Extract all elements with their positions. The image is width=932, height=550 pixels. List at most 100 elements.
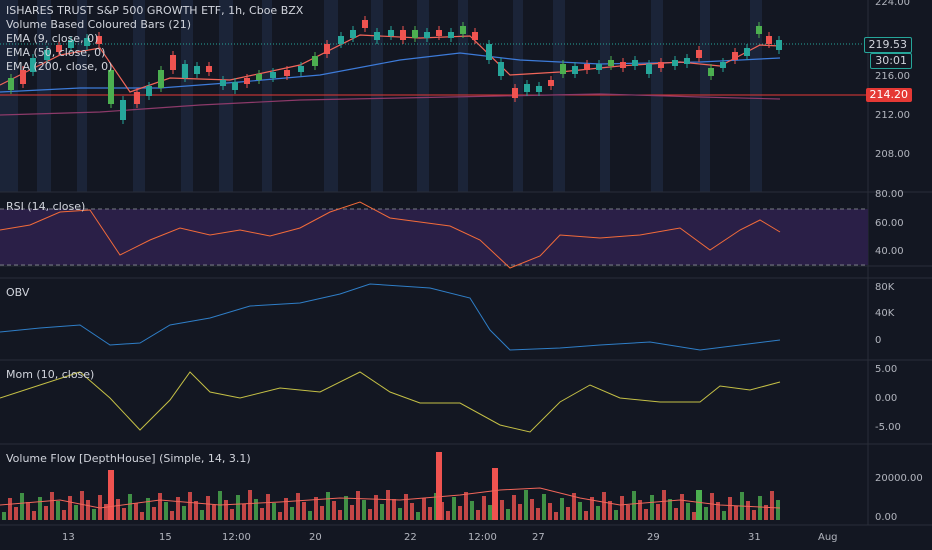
volume-flow-bar bbox=[278, 512, 282, 520]
volume-flow-bar bbox=[476, 510, 480, 520]
session-highlight bbox=[700, 0, 710, 192]
volume-flow-spike bbox=[436, 452, 442, 520]
vflow-title[interactable]: Volume Flow [DepthHouse] (Simple, 14, 3.… bbox=[6, 452, 251, 466]
volume-flow-bar bbox=[446, 511, 450, 520]
volume-flow-bar bbox=[464, 492, 468, 520]
time-axis-label: Aug bbox=[818, 532, 838, 543]
volume-flow-bar bbox=[122, 508, 126, 520]
candle-body bbox=[312, 56, 318, 66]
rsi-band bbox=[0, 209, 868, 265]
indicator-ema-9[interactable]: EMA (9, close, 0) bbox=[6, 32, 303, 46]
main-legend: ISHARES TRUST S&P 500 GROWTH ETF, 1h, Cb… bbox=[6, 4, 303, 74]
volume-flow-bar bbox=[176, 497, 180, 520]
candle-body bbox=[108, 70, 114, 104]
time-axis-label: 15 bbox=[159, 532, 172, 543]
time-axis-label: 13 bbox=[62, 532, 75, 543]
chart-area[interactable] bbox=[0, 0, 932, 550]
price-axis-label: 216.00 bbox=[875, 71, 910, 82]
time-axis-label: 29 bbox=[647, 532, 660, 543]
volume-flow-bar bbox=[386, 490, 390, 520]
volume-flow-bar bbox=[596, 506, 600, 520]
volume-flow-bar bbox=[170, 511, 174, 520]
indicator-ema-50[interactable]: EMA (50, close, 0) bbox=[6, 46, 303, 60]
volume-flow-bar bbox=[422, 498, 426, 520]
session-highlight bbox=[600, 0, 610, 192]
session-highlight bbox=[553, 0, 565, 192]
mom-axis-label: 5.00 bbox=[875, 364, 898, 375]
volume-flow-bar bbox=[140, 512, 144, 520]
volume-flow-bar bbox=[380, 504, 384, 520]
candle-body bbox=[584, 64, 590, 70]
candle-body bbox=[646, 64, 652, 74]
candle-body bbox=[776, 40, 782, 50]
volume-flow-bar bbox=[2, 512, 6, 520]
volume-flow-bar bbox=[86, 500, 90, 520]
volume-flow-bar bbox=[752, 510, 756, 520]
volume-flow-bar bbox=[542, 494, 546, 520]
candle-body bbox=[560, 64, 566, 74]
session-highlight bbox=[324, 0, 338, 192]
candle-body bbox=[220, 80, 226, 86]
candle-body bbox=[232, 82, 238, 90]
momentum-line bbox=[0, 371, 781, 433]
volume-flow-bar bbox=[602, 492, 606, 520]
mom-title[interactable]: Mom (10, close) bbox=[6, 368, 94, 382]
volume-flow-bar bbox=[182, 506, 186, 520]
volume-flow-bar bbox=[80, 491, 84, 520]
volume-flow-bar bbox=[320, 506, 324, 520]
obv-title[interactable]: OBV bbox=[6, 286, 29, 300]
volume-flow-bar bbox=[104, 504, 108, 520]
volume-flow-bar bbox=[500, 500, 504, 520]
volume-flow-bar bbox=[338, 510, 342, 520]
volume-flow-bar bbox=[254, 499, 258, 520]
candle-body bbox=[732, 52, 738, 60]
volume-flow-bar bbox=[116, 499, 120, 520]
volume-flow-bar bbox=[614, 510, 618, 520]
candle-body bbox=[684, 58, 690, 64]
time-axis-label: 22 bbox=[404, 532, 417, 543]
volume-flow-bar bbox=[20, 493, 24, 520]
candle-body bbox=[436, 30, 442, 36]
volume-flow-bar bbox=[368, 509, 372, 520]
volume-flow-bar bbox=[92, 509, 96, 520]
volume-flow-bar bbox=[260, 508, 264, 520]
volume-flow-bar bbox=[488, 505, 492, 520]
candle-body bbox=[350, 30, 356, 38]
volume-flow-bar bbox=[662, 490, 666, 520]
volume-flow-bar bbox=[188, 492, 192, 520]
candle-body bbox=[744, 48, 750, 56]
time-axis-label: 27 bbox=[532, 532, 545, 543]
symbol-title[interactable]: ISHARES TRUST S&P 500 GROWTH ETF, 1h, Cb… bbox=[6, 4, 303, 18]
candle-body bbox=[766, 36, 772, 44]
volume-flow-bar bbox=[650, 495, 654, 520]
candle-body bbox=[412, 30, 418, 38]
obv-axis-label: 0 bbox=[875, 335, 882, 346]
candle-body bbox=[8, 78, 14, 90]
obv-axis-label: 80K bbox=[875, 282, 895, 293]
rsi-axis-label: 60.00 bbox=[875, 218, 904, 229]
time-axis-label: 20 bbox=[309, 532, 322, 543]
candle-body bbox=[338, 36, 344, 44]
time-axis-label: 12:00 bbox=[468, 532, 497, 543]
volume-flow-bar bbox=[206, 496, 210, 520]
candle-body bbox=[536, 86, 542, 92]
volume-flow-bar bbox=[248, 490, 252, 520]
volume-flow-bar bbox=[758, 496, 762, 520]
indicator-ema-200[interactable]: EMA (200, close, 0) bbox=[6, 60, 303, 74]
indicator-volume-bars[interactable]: Volume Based Coloured Bars (21) bbox=[6, 18, 303, 32]
candle-body bbox=[424, 32, 430, 38]
volume-flow-bar bbox=[452, 497, 456, 520]
volume-flow-bar bbox=[200, 510, 204, 520]
rsi-title[interactable]: RSI (14, close) bbox=[6, 200, 85, 214]
candle-body bbox=[460, 26, 466, 34]
candle-body bbox=[324, 44, 330, 54]
candle-body bbox=[244, 78, 250, 84]
candle-body bbox=[620, 62, 626, 68]
volume-flow-bar bbox=[416, 512, 420, 520]
volume-flow-bar bbox=[710, 493, 714, 520]
volume-flow-bar bbox=[482, 496, 486, 520]
volume-flow-bar bbox=[566, 507, 570, 520]
candle-body bbox=[548, 80, 554, 86]
candle-body bbox=[696, 50, 702, 58]
candle-body bbox=[498, 62, 504, 76]
